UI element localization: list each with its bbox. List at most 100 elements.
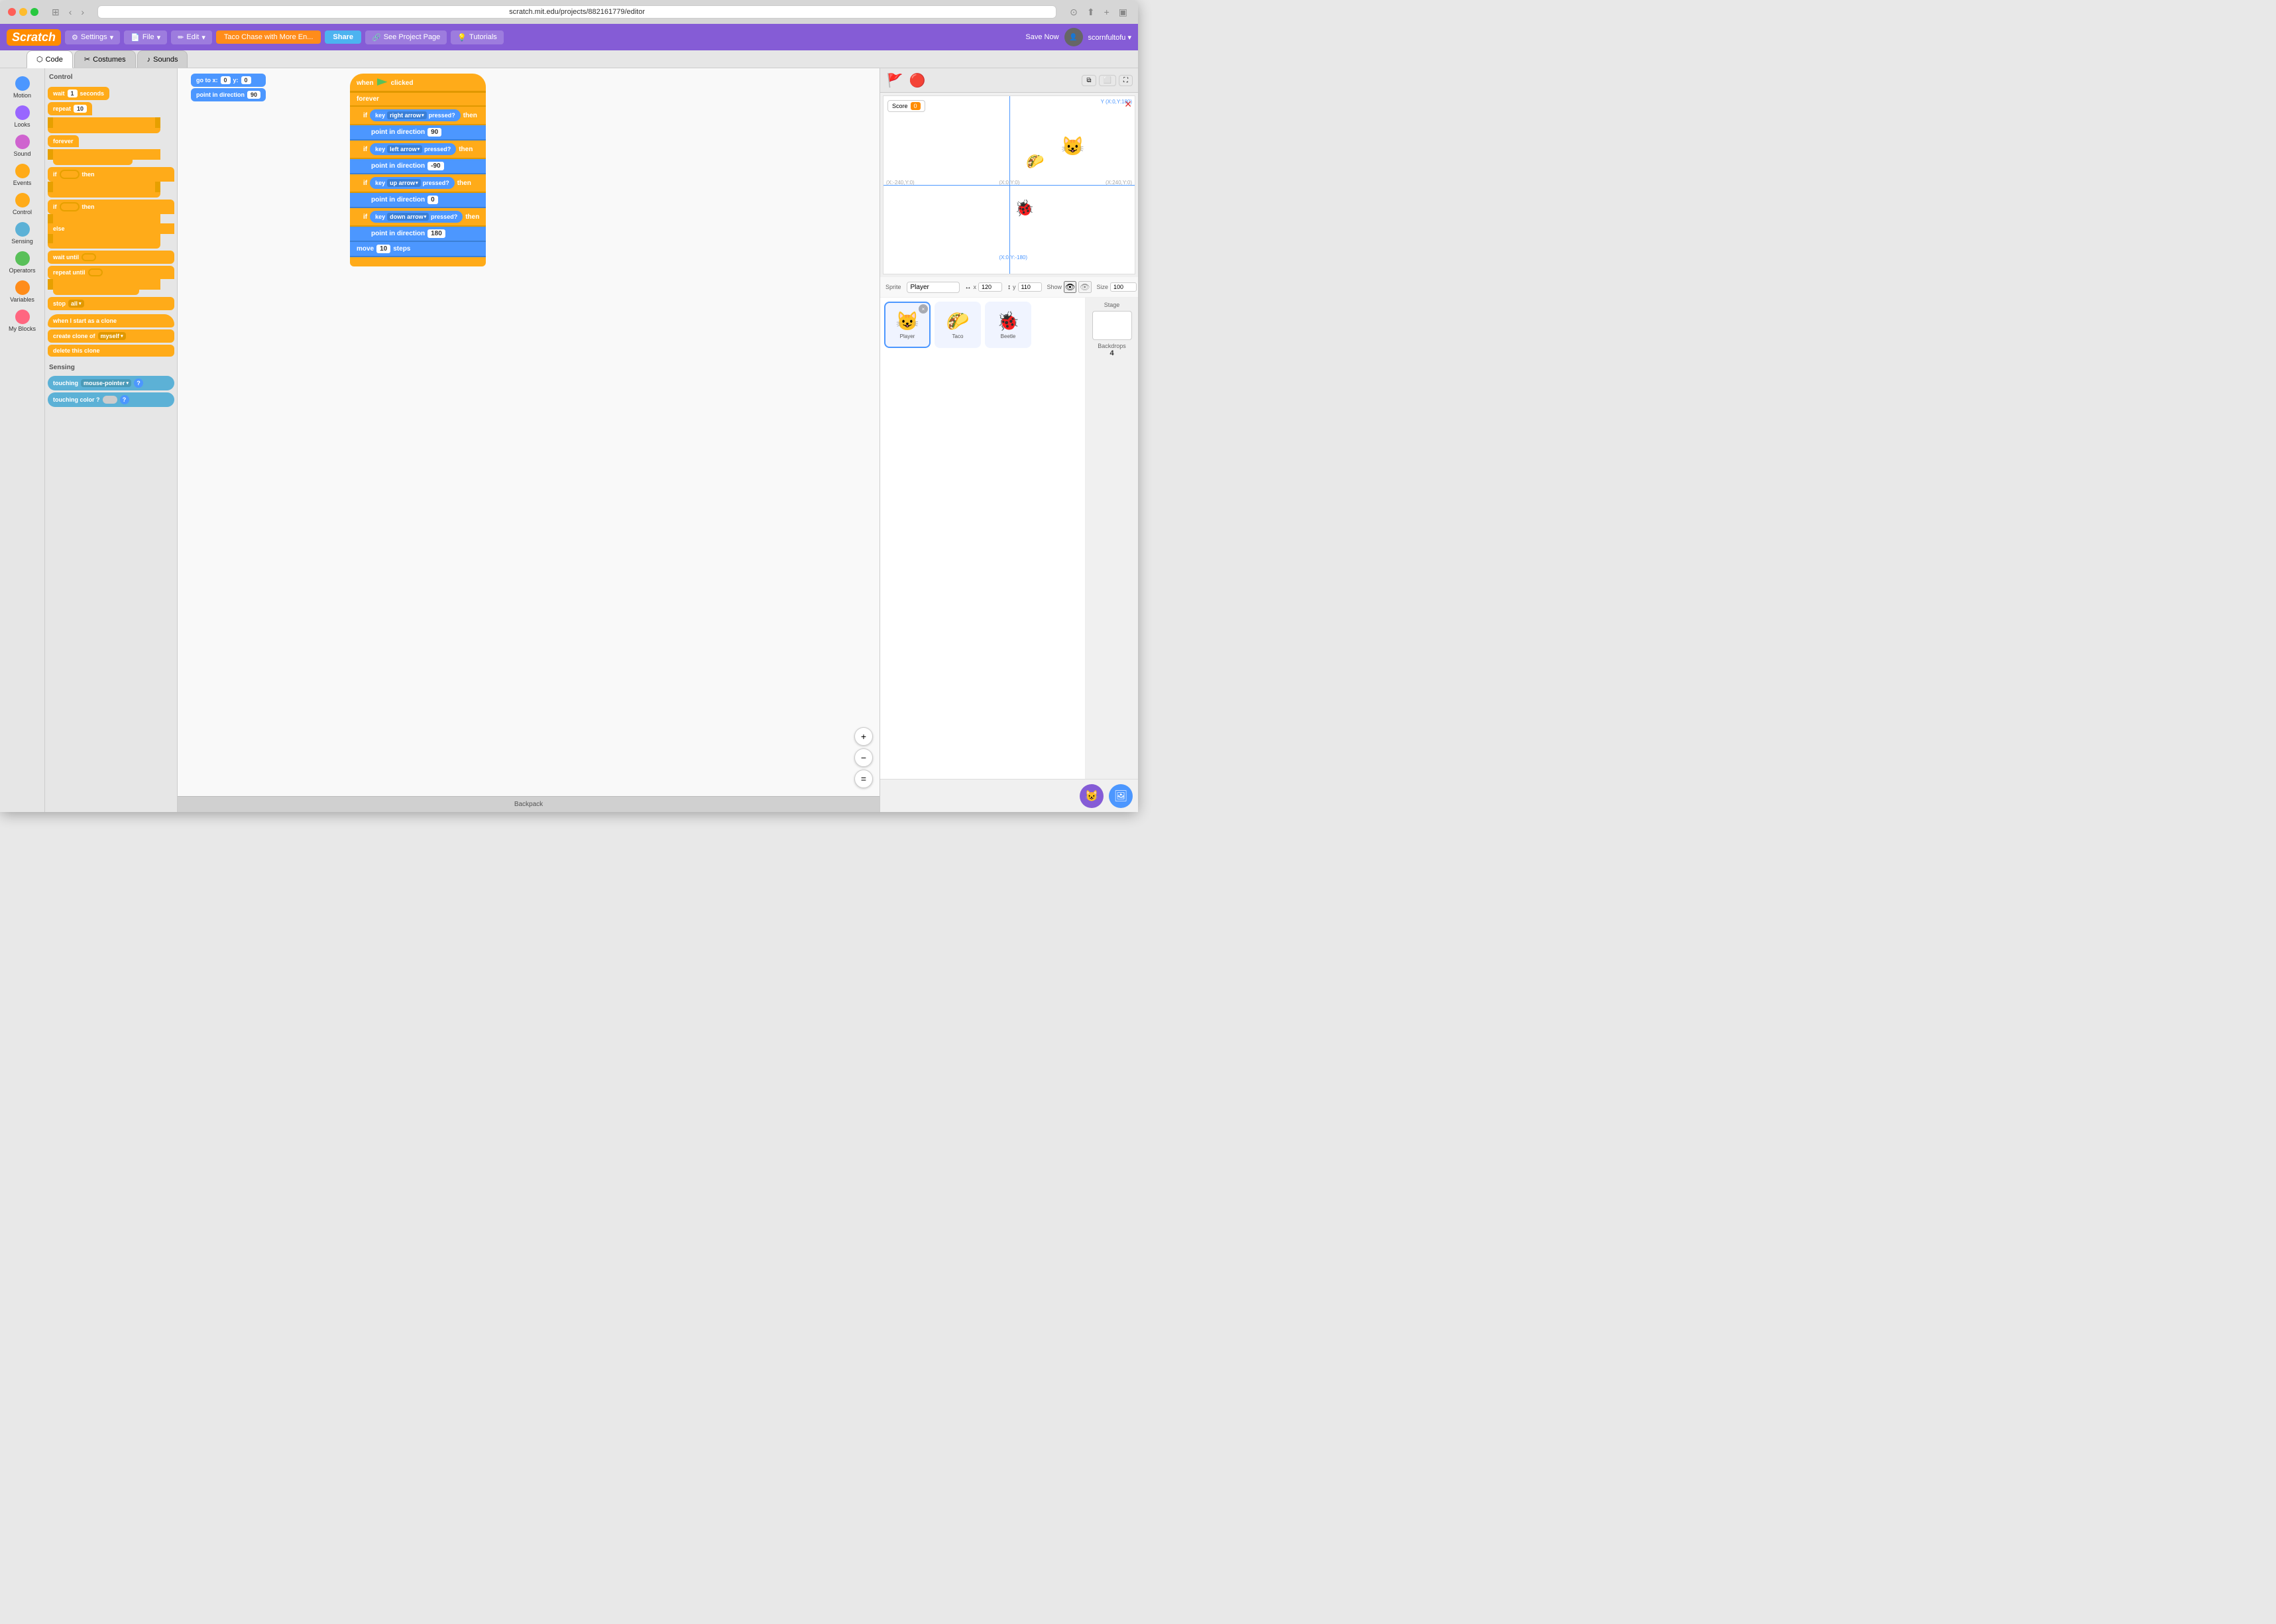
show-eye-open[interactable]: 👁 <box>1064 281 1076 293</box>
back-btn[interactable]: ‹ <box>66 5 75 19</box>
zoom-in-button[interactable]: + <box>854 727 873 746</box>
taco-sprite-stage: 🌮 <box>1026 153 1044 170</box>
small-stage-btn[interactable]: ⧉ <box>1082 75 1096 86</box>
edit-button[interactable]: ✏ Edit ▾ <box>171 30 212 44</box>
sprite-thumb-player[interactable]: × 😺 Player <box>884 302 931 348</box>
sidebar-item-sensing[interactable]: Sensing <box>3 219 42 247</box>
sidebar-item-myblocks[interactable]: My Blocks <box>3 307 42 335</box>
tab-costumes[interactable]: ✂ Costumes <box>74 50 136 68</box>
delete-clone-block[interactable]: delete this clone <box>48 345 174 357</box>
taco-sprite-icon: 🌮 <box>946 310 970 332</box>
stage-area: 🚩 🔴 ⧉ ⬜ ⛶ Y (X:0,Y:180) (X:-240,Y:0) <box>880 68 1138 812</box>
sidebar-item-operators[interactable]: Operators <box>3 249 42 276</box>
sprite-y-coord: ↕ y <box>1007 282 1042 292</box>
minimize-dot[interactable] <box>19 8 27 16</box>
forever-script-block[interactable]: forever <box>350 93 486 107</box>
if-left-arrow-block[interactable]: if key left arrow ▾ pressed? then <box>350 141 486 159</box>
backpack-bar[interactable]: Backpack <box>178 796 880 812</box>
sprite-thumb-taco[interactable]: 🌮 Taco <box>935 302 981 348</box>
category-sidebar: Motion Looks Sound Events Control <box>0 68 45 812</box>
repeat-until-block[interactable]: repeat until <box>48 266 174 279</box>
maximize-dot[interactable] <box>30 8 38 16</box>
touching-color-block[interactable]: touching color ? ? <box>48 392 174 407</box>
project-name-button[interactable]: Taco Chase with More En... <box>216 30 321 44</box>
see-project-button[interactable]: 🔗 See Project Page <box>365 30 447 44</box>
address-bar[interactable]: scratch.mit.edu/projects/882161779/edito… <box>97 5 1056 19</box>
save-now-button[interactable]: Save Now <box>1025 33 1058 41</box>
forever-block[interactable]: forever <box>48 135 174 147</box>
point-0-block[interactable]: point in direction 0 <box>350 193 486 208</box>
sidebar-item-variables[interactable]: Variables <box>3 278 42 306</box>
sprite-info-bar: Sprite ↔ x ↕ y Show 👁 � <box>880 277 1138 298</box>
if-then-block[interactable]: if then <box>48 167 174 182</box>
move-steps-block[interactable]: move 10 steps <box>350 242 486 257</box>
point-in-direction-block-top[interactable]: point in direction 90 <box>191 88 266 101</box>
show-controls: Show 👁 👁 <box>1047 281 1092 293</box>
link-icon: 🔗 <box>372 33 381 42</box>
sidebar-item-control[interactable]: Control <box>3 190 42 218</box>
top-navigation: Scratch ⚙ Settings ▾ 📄 File ▾ ✏ Edit ▾ T… <box>0 24 1138 50</box>
backpack-label: Backpack <box>514 801 543 808</box>
downloads-btn[interactable]: ⊙ <box>1067 5 1080 19</box>
tutorials-button[interactable]: 💡 Tutorials <box>451 30 503 44</box>
edit-chevron-icon: ▾ <box>201 33 205 42</box>
go-to-xy-block[interactable]: go to x: 0 y: 0 <box>191 74 266 87</box>
file-chevron-icon: ▾ <box>157 33 161 42</box>
operators-dot <box>15 251 30 266</box>
file-button[interactable]: 📄 File ▾ <box>124 30 167 44</box>
wait-until-block[interactable]: wait until <box>48 251 174 264</box>
username-button[interactable]: scornfultofu ▾ <box>1088 33 1131 42</box>
when-flag-clicked-hat[interactable]: when clicked <box>350 74 486 93</box>
repeat-block[interactable]: repeat 10 <box>48 102 174 115</box>
sounds-tab-icon: ♪ <box>147 56 151 64</box>
create-clone-block[interactable]: create clone of myself ▾ <box>48 329 174 343</box>
zoom-out-button[interactable]: − <box>854 748 873 767</box>
sprite-x-input[interactable] <box>978 282 1002 292</box>
sidebar-item-motion[interactable]: Motion <box>3 74 42 101</box>
sprite-panel: × 😺 Player 🌮 Taco 🐞 Beetle <box>880 298 1138 779</box>
share-browser-btn[interactable]: ⬆ <box>1084 5 1098 19</box>
share-button[interactable]: Share <box>325 30 361 44</box>
stop-all-block[interactable]: stop all ▾ <box>48 297 174 310</box>
settings-button[interactable]: ⚙ Settings ▾ <box>65 30 120 44</box>
extensions-btn[interactable]: ▣ <box>1116 5 1130 19</box>
stop-button[interactable]: 🔴 <box>908 71 927 89</box>
point-180-block[interactable]: point in direction 180 <box>350 227 486 242</box>
tab-sounds[interactable]: ♪ Sounds <box>137 50 188 68</box>
stage-close-btn[interactable]: ✕ <box>1124 99 1132 110</box>
fullscreen-btn[interactable]: ⛶ <box>1119 75 1133 86</box>
add-sprite-button[interactable]: 😺 <box>1080 784 1104 808</box>
if-else-block[interactable]: if then <box>48 200 174 214</box>
sidebar-item-sound[interactable]: Sound <box>3 132 42 160</box>
sprite-delete-player[interactable]: × <box>919 304 928 314</box>
scripts-container[interactable]: go to x: 0 y: 0 point in direction 90 <box>178 68 880 796</box>
sprite-name-input[interactable] <box>907 282 960 293</box>
sprite-y-input[interactable] <box>1018 282 1042 292</box>
normal-stage-btn[interactable]: ⬜ <box>1099 75 1116 86</box>
sprite-thumb-beetle[interactable]: 🐞 Beetle <box>985 302 1031 348</box>
point-90-block[interactable]: point in direction 90 <box>350 125 486 141</box>
sidebar-item-looks[interactable]: Looks <box>3 103 42 131</box>
forward-btn[interactable]: › <box>78 5 87 19</box>
script-area[interactable]: go to x: 0 y: 0 point in direction 90 <box>178 68 880 812</box>
wait-seconds-block[interactable]: wait 1 seconds <box>48 87 174 100</box>
add-backdrop-button[interactable]: 🖼 <box>1109 784 1133 808</box>
new-tab-btn[interactable]: + <box>1102 5 1112 19</box>
point-neg90-block[interactable]: point in direction -90 <box>350 159 486 174</box>
show-eye-closed[interactable]: 👁 <box>1078 281 1091 293</box>
zoom-fit-button[interactable]: = <box>854 770 873 788</box>
if-up-arrow-block[interactable]: if key up arrow ▾ pressed? then <box>350 174 486 193</box>
green-flag-button[interactable]: 🚩 <box>885 71 904 89</box>
tab-code[interactable]: ⬡ Code <box>27 50 73 68</box>
if-right-arrow-block[interactable]: if key right arrow ▾ pressed? then <box>350 107 486 125</box>
close-dot[interactable] <box>8 8 16 16</box>
show-label: Show <box>1047 284 1062 290</box>
when-start-as-clone-block[interactable]: when I start as a clone <box>48 314 174 327</box>
if-down-arrow-block[interactable]: if key down arrow ▾ pressed? then <box>350 208 486 227</box>
size-input[interactable] <box>1110 282 1137 292</box>
stage-thumbnail[interactable] <box>1092 311 1132 340</box>
touching-mousepointer-block[interactable]: touching mouse-pointer ▾ ? <box>48 376 174 390</box>
sidebar-toggle-btn[interactable]: ⊞ <box>49 5 62 19</box>
looks-dot <box>15 105 30 120</box>
sidebar-item-events[interactable]: Events <box>3 161 42 189</box>
